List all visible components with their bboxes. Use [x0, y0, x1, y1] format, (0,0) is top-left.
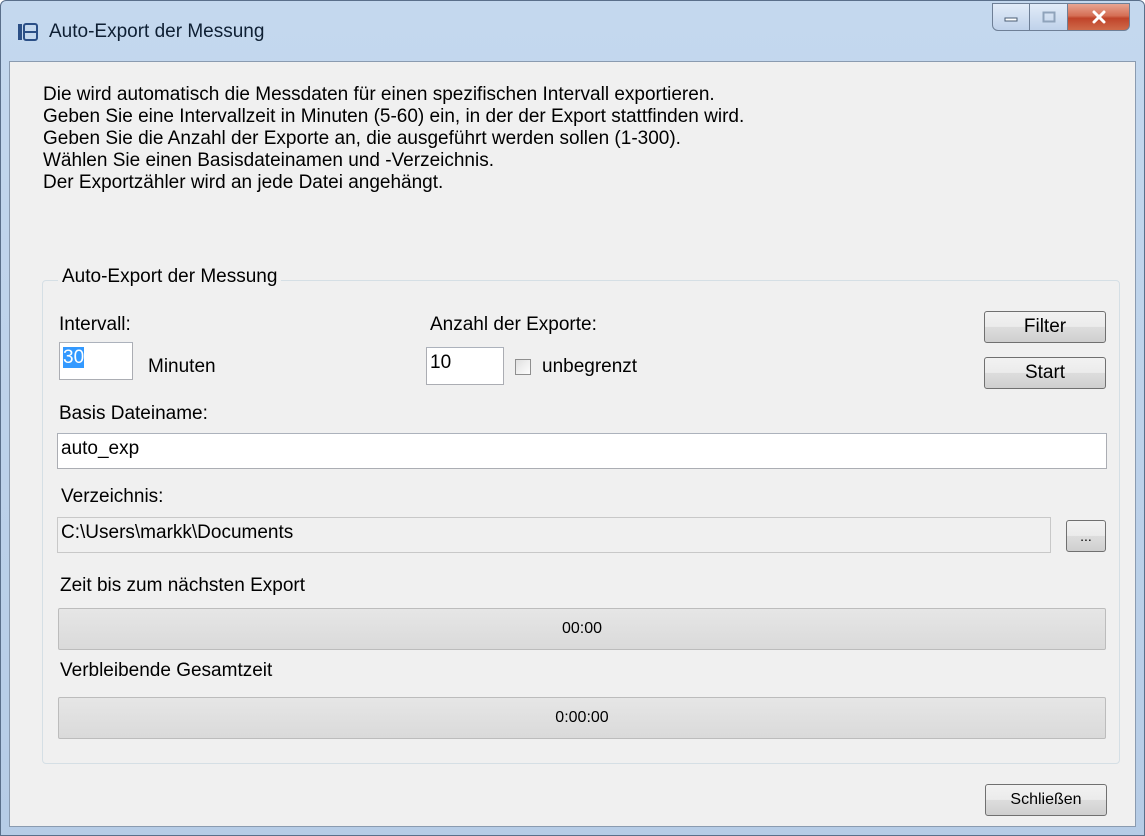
window-title: Auto-Export der Messung [49, 21, 265, 42]
next-export-progress: 00:00 [58, 608, 1106, 650]
filter-button[interactable]: Filter [984, 311, 1106, 343]
dialog-client-area: Die wird automatisch die Messdaten für e… [9, 61, 1136, 827]
close-window-button[interactable] [1068, 3, 1130, 31]
directory-field: C:\Users\markk\Documents [57, 517, 1051, 553]
start-button[interactable]: Start [984, 357, 1106, 389]
app-icon [18, 23, 38, 41]
close-button[interactable]: Schließen [985, 784, 1107, 816]
base-filename-value: auto_exp [61, 438, 140, 459]
description-line: Wählen Sie einen Basisdateinamen und -Ve… [43, 150, 494, 171]
description-line: Der Exportzähler wird an jede Datei ange… [43, 172, 444, 193]
unlimited-label: unbegrenzt [542, 356, 638, 377]
interval-value: 30 [63, 347, 85, 368]
export-count-label: Anzahl der Exporte: [430, 314, 597, 335]
maximize-icon [1042, 11, 1055, 23]
remaining-time-progress: 0:00:00 [58, 697, 1106, 739]
remaining-time-value: 0:00:00 [555, 709, 609, 726]
title-bar[interactable]: Auto-Export der Messung [1, 1, 1144, 61]
interval-input[interactable]: 30 [59, 342, 133, 380]
browse-directory-button[interactable]: ... [1066, 520, 1106, 552]
directory-label: Verzeichnis: [61, 486, 164, 507]
minimize-icon [1004, 17, 1018, 22]
base-filename-label: Basis Dateiname: [59, 403, 208, 424]
interval-label: Intervall: [59, 314, 131, 335]
close-icon [1092, 10, 1105, 24]
minimize-button[interactable] [992, 3, 1030, 31]
description-line: Geben Sie eine Intervallzeit in Minuten … [43, 106, 745, 127]
base-filename-input[interactable]: auto_exp [57, 433, 1107, 469]
caption-buttons [992, 3, 1130, 33]
export-count-input[interactable]: 10 [426, 347, 504, 385]
export-count-value: 10 [430, 352, 452, 373]
description-text: Die wird automatisch die Messdaten für e… [43, 84, 744, 194]
description-line: Geben Sie die Anzahl der Exporte an, die… [43, 128, 681, 149]
maximize-button[interactable] [1030, 3, 1068, 31]
directory-value: C:\Users\markk\Documents [61, 522, 294, 543]
next-export-label: Zeit bis zum nächsten Export [60, 575, 305, 596]
dialog-window: Auto-Export der Messung Die wird automat… [0, 0, 1145, 836]
next-export-time: 00:00 [561, 620, 603, 637]
minutes-label: Minuten [148, 356, 216, 377]
description-line: Die wird automatisch die Messdaten für e… [43, 84, 715, 105]
unlimited-checkbox[interactable] [515, 359, 531, 375]
remaining-time-label: Verbleibende Gesamtzeit [60, 660, 273, 681]
groupbox-title: Auto-Export der Messung [58, 266, 282, 288]
